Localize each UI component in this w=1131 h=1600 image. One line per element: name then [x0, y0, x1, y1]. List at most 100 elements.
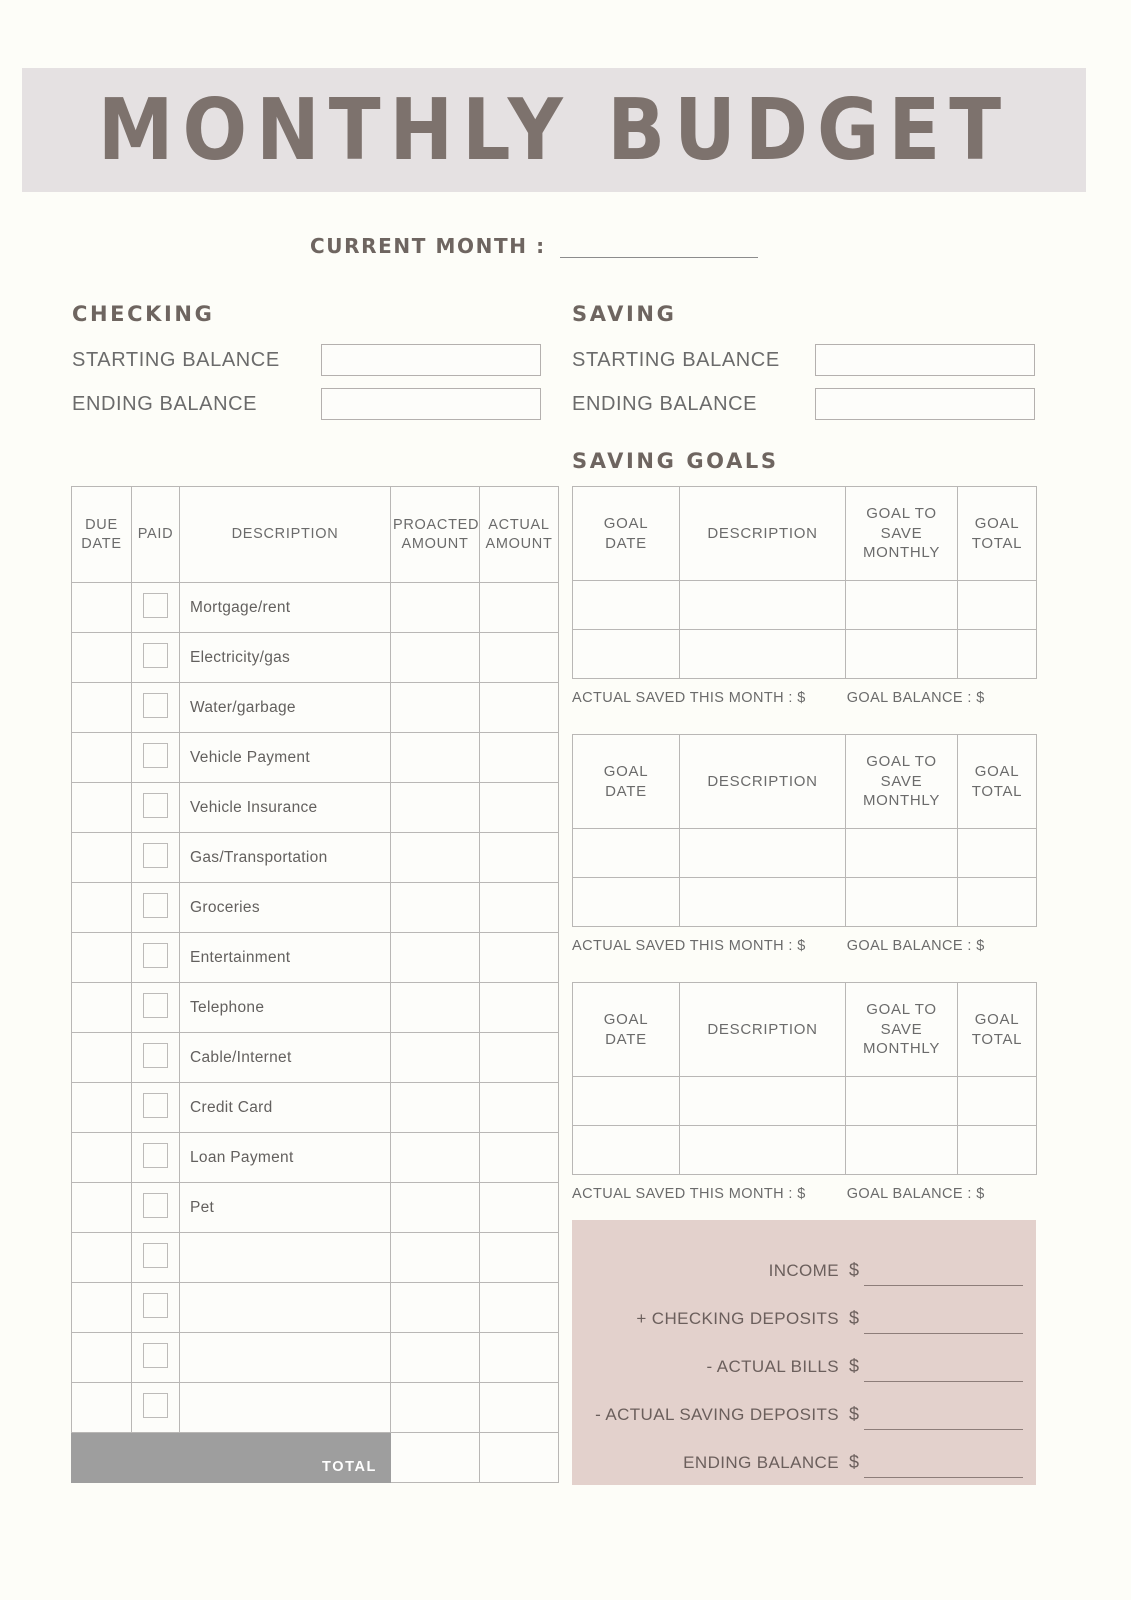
expense-due-date-cell[interactable]: [71, 732, 132, 783]
summary-value-input[interactable]: [864, 1401, 1023, 1430]
expense-actual-cell[interactable]: [479, 932, 559, 983]
summary-value-input[interactable]: [864, 1305, 1023, 1334]
expense-description-cell[interactable]: Pet: [179, 1182, 391, 1233]
expense-description-cell[interactable]: Electricity/gas: [179, 632, 391, 683]
expense-projected-cell[interactable]: [390, 1032, 480, 1083]
expense-description-cell[interactable]: Groceries: [179, 882, 391, 933]
checkbox-icon[interactable]: [143, 942, 168, 968]
expense-description-cell[interactable]: [179, 1382, 391, 1433]
expense-due-date-cell[interactable]: [71, 982, 132, 1033]
expense-due-date-cell[interactable]: [71, 832, 132, 883]
expense-actual-cell[interactable]: [479, 1132, 559, 1183]
checking-ending-balance-input[interactable]: [321, 388, 541, 420]
expense-due-date-cell[interactable]: [71, 1182, 132, 1233]
goal-date-cell[interactable]: [572, 1076, 680, 1126]
expense-description-cell[interactable]: Mortgage/rent: [179, 582, 391, 633]
goal-save-monthly-cell[interactable]: [845, 828, 958, 878]
expense-description-cell[interactable]: Vehicle Insurance: [179, 782, 391, 833]
goal-save-monthly-cell[interactable]: [845, 580, 958, 630]
checkbox-icon[interactable]: [143, 1142, 168, 1168]
saving-ending-balance-input[interactable]: [815, 388, 1035, 420]
expense-description-cell[interactable]: Vehicle Payment: [179, 732, 391, 783]
expense-projected-cell[interactable]: [390, 1132, 480, 1183]
expense-description-cell[interactable]: Entertainment: [179, 932, 391, 983]
goal-total-cell[interactable]: [957, 877, 1037, 927]
checkbox-icon[interactable]: [143, 742, 168, 768]
checkbox-icon[interactable]: [143, 642, 168, 668]
expense-due-date-cell[interactable]: [71, 782, 132, 833]
expense-description-cell[interactable]: Gas/Transportation: [179, 832, 391, 883]
expense-projected-cell[interactable]: [390, 1332, 480, 1383]
expense-actual-cell[interactable]: [479, 1032, 559, 1083]
expense-actual-cell[interactable]: [479, 682, 559, 733]
goal-total-cell[interactable]: [957, 580, 1037, 630]
expense-projected-cell[interactable]: [390, 932, 480, 983]
expense-projected-cell[interactable]: [390, 1082, 480, 1133]
expense-description-cell[interactable]: Loan Payment: [179, 1132, 391, 1183]
goal-description-cell[interactable]: [679, 877, 846, 927]
expense-actual-cell[interactable]: [479, 782, 559, 833]
checkbox-icon[interactable]: [143, 1192, 168, 1218]
checkbox-icon[interactable]: [143, 842, 168, 868]
expense-projected-cell[interactable]: [390, 882, 480, 933]
expense-due-date-cell[interactable]: [71, 632, 132, 683]
expense-due-date-cell[interactable]: [71, 882, 132, 933]
checkbox-icon[interactable]: [143, 1092, 168, 1118]
expense-due-date-cell[interactable]: [71, 1032, 132, 1083]
goal-save-monthly-cell[interactable]: [845, 1125, 958, 1175]
expense-due-date-cell[interactable]: [71, 682, 132, 733]
expense-projected-cell[interactable]: [390, 1182, 480, 1233]
expense-projected-cell[interactable]: [390, 1382, 480, 1433]
goal-description-cell[interactable]: [679, 1125, 846, 1175]
expense-actual-cell[interactable]: [479, 1082, 559, 1133]
expense-description-cell[interactable]: Credit Card: [179, 1082, 391, 1133]
expense-description-cell[interactable]: [179, 1332, 391, 1383]
goal-save-monthly-cell[interactable]: [845, 877, 958, 927]
goal-total-cell[interactable]: [957, 629, 1037, 679]
goal-description-cell[interactable]: [679, 629, 846, 679]
checkbox-icon[interactable]: [143, 1292, 168, 1318]
expense-due-date-cell[interactable]: [71, 1232, 132, 1283]
checkbox-icon[interactable]: [143, 792, 168, 818]
checkbox-icon[interactable]: [143, 692, 168, 718]
expense-projected-cell[interactable]: [390, 782, 480, 833]
goal-description-cell[interactable]: [679, 828, 846, 878]
checkbox-icon[interactable]: [143, 1042, 168, 1068]
summary-value-input[interactable]: [864, 1257, 1023, 1286]
goal-date-cell[interactable]: [572, 877, 680, 927]
summary-value-input[interactable]: [864, 1353, 1023, 1382]
expense-actual-cell[interactable]: [479, 582, 559, 633]
checking-starting-balance-input[interactable]: [321, 344, 541, 376]
current-month-input[interactable]: [559, 235, 758, 258]
goal-total-cell[interactable]: [957, 1076, 1037, 1126]
expense-description-cell[interactable]: Telephone: [179, 982, 391, 1033]
checkbox-icon[interactable]: [143, 892, 168, 918]
goal-date-cell[interactable]: [572, 580, 680, 630]
expense-actual-cell[interactable]: [479, 732, 559, 783]
expense-due-date-cell[interactable]: [71, 1382, 132, 1433]
expense-projected-cell[interactable]: [390, 832, 480, 883]
checkbox-icon[interactable]: [143, 1242, 168, 1268]
checkbox-icon[interactable]: [143, 592, 168, 618]
checkbox-icon[interactable]: [143, 1392, 168, 1418]
expense-actual-cell[interactable]: [479, 832, 559, 883]
expense-projected-cell[interactable]: [390, 632, 480, 683]
summary-value-input[interactable]: [864, 1449, 1023, 1478]
expense-description-cell[interactable]: [179, 1232, 391, 1283]
goal-save-monthly-cell[interactable]: [845, 629, 958, 679]
goal-total-cell[interactable]: [957, 828, 1037, 878]
expense-projected-cell[interactable]: [390, 582, 480, 633]
checkbox-icon[interactable]: [143, 992, 168, 1018]
expense-due-date-cell[interactable]: [71, 582, 132, 633]
checkbox-icon[interactable]: [143, 1342, 168, 1368]
expense-actual-cell[interactable]: [479, 1282, 559, 1333]
expense-projected-cell[interactable]: [390, 982, 480, 1033]
expense-actual-cell[interactable]: [479, 1382, 559, 1433]
expense-projected-cell[interactable]: [390, 732, 480, 783]
expense-due-date-cell[interactable]: [71, 1132, 132, 1183]
expense-due-date-cell[interactable]: [71, 1282, 132, 1333]
goal-description-cell[interactable]: [679, 1076, 846, 1126]
expense-description-cell[interactable]: [179, 1282, 391, 1333]
expense-projected-cell[interactable]: [390, 1282, 480, 1333]
expense-actual-cell[interactable]: [479, 1182, 559, 1233]
